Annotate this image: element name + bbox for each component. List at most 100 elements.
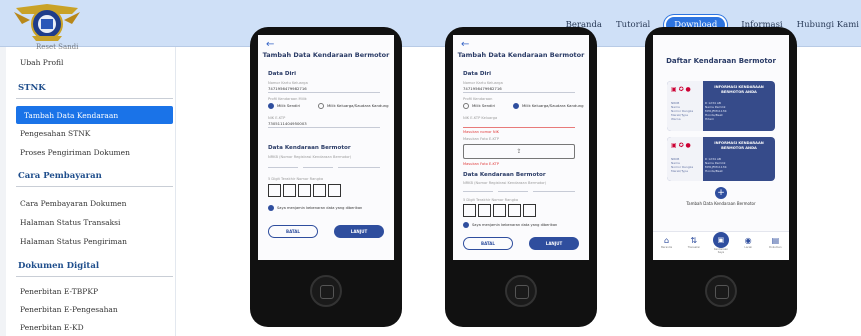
section-data-kendaraan: Data Kendaraan Bermotor [463, 172, 546, 178]
document-icon: ▤ [771, 236, 780, 245]
bottom-nav-dokumen[interactable]: ▤ Dokumen [766, 236, 784, 249]
input-kk[interactable]: 7471956479982716 [268, 86, 307, 91]
sidebar-item-status-transaksi[interactable]: Halaman Status Transaksi [20, 218, 120, 227]
add-vehicle-icon[interactable]: + [715, 187, 727, 199]
sidebar: Reset Sandi Ubah Profil STNK Tambah Data… [6, 43, 176, 336]
bottom-nav-lacak[interactable]: ◉ Lacak [739, 236, 757, 249]
home-icon: ⌂ [664, 236, 670, 245]
divider [16, 276, 173, 277]
radio-label: Milik Keluarga/Saudara Kandung [522, 103, 584, 108]
bottom-nav-label: Dokumen [769, 246, 782, 249]
nrkb-field-2[interactable] [303, 167, 333, 168]
sidebar-item-e-pengesahan[interactable]: Penerbitan E-Pengesahan [20, 305, 118, 314]
checkbox-label: Saya menjamin kebenaran data yang diberi… [277, 206, 363, 210]
home-button[interactable] [505, 275, 537, 307]
card-title: INFORMASI KENDARAAN BERMOTOR ANDA [714, 85, 764, 94]
divider [16, 186, 173, 187]
sidebar-item-e-kd[interactable]: Penerbitan E-KD [20, 323, 84, 332]
section-data-diri: Data Diri [463, 71, 492, 77]
radio-milik-sendiri[interactable]: Milik Sendiri [268, 103, 300, 109]
radio-label: Milik Sendiri [277, 103, 301, 108]
checkbox-checked-icon [463, 222, 469, 228]
radio-off-icon [463, 103, 469, 109]
nav-tutorial[interactable]: Tutorial [616, 20, 650, 30]
sidebar-item-ubah-profil[interactable]: Ubah Profil [20, 58, 63, 67]
nrkb-field-1[interactable] [268, 167, 298, 168]
card-row-label: Merek/Type [671, 169, 689, 173]
bottom-nav-beranda[interactable]: ⌂ Beranda [658, 236, 676, 249]
section-data-kendaraan: Data Kendaraan Bermotor [268, 145, 351, 151]
back-arrow-icon[interactable]: ← [461, 39, 469, 50]
phone-mockup-form: ← Tambah Data Kendaraan Bermotor Data Di… [250, 27, 402, 327]
sidebar-item-reset-sandi[interactable]: Reset Sandi [36, 43, 78, 51]
input-nik[interactable]: 7305111404950003 [268, 121, 307, 126]
screen-title: Tambah Data Kendaraan Bermotor [262, 51, 390, 59]
sidebar-heading-cara-pembayaran: Cara Pembayaran [18, 171, 102, 181]
back-arrow-icon[interactable]: ← [266, 39, 274, 50]
radio-milik-keluarga[interactable]: Milik Keluarga/Saudara Kandung [318, 103, 389, 109]
next-button[interactable]: LANJUT [334, 225, 384, 238]
nrkb-field-1[interactable] [463, 191, 493, 192]
divider [268, 92, 380, 93]
add-vehicle-label[interactable]: Tambah Data Kendaraan Bermotor [653, 201, 789, 206]
bottom-nav-label: Kendaraan Saya [714, 248, 728, 254]
card-logos-icon: ▣ ✪ ● [671, 142, 691, 149]
sidebar-item-e-tbpkp[interactable]: Penerbitan E-TBPKP [20, 287, 98, 296]
sidebar-item-cara-pembayaran-dokumen[interactable]: Cara Pembayaran Dokumen [20, 199, 126, 208]
radio-on-icon [513, 103, 519, 109]
sidebar-heading-stnk: STNK [18, 83, 46, 93]
card-row-value: Honda/Beat [705, 169, 723, 173]
rangka-digit-inputs[interactable] [463, 204, 536, 217]
card-row-label: Warna [671, 117, 681, 121]
divider [463, 92, 575, 93]
cancel-button[interactable]: BATAL [463, 237, 513, 250]
main-content: ← Tambah Data Kendaraan Bermotor Data Di… [177, 27, 861, 336]
sidebar-item-status-pengiriman[interactable]: Halaman Status Pengiriman [20, 237, 127, 246]
section-data-diri: Data Diri [268, 71, 297, 77]
label-profil: Profil Kendaraan [463, 97, 493, 101]
card-details: NRKB D 1234 AB Nama Nama Pemilik Nomor Ran… [671, 157, 771, 173]
bottom-nav-label: Transaksi [687, 246, 700, 249]
divider [16, 98, 173, 99]
bottom-nav-kendaraan[interactable]: ▣ Kendaraan Saya [712, 232, 730, 254]
nrkb-field-3[interactable] [533, 191, 575, 192]
confirm-checkbox[interactable]: Saya menjamin kebenaran data yang diberi… [268, 205, 362, 211]
card-details: NRKB D 1234 AB Nama Nama Pemilik Nomor Ran… [671, 101, 771, 121]
label-nik-keluarga: NIK E-KTP Keluarga [463, 116, 498, 120]
sidebar-item-proses-pengiriman[interactable]: Proses Pengiriman Dokumen [20, 148, 130, 157]
nav-hubungi-kami[interactable]: Hubungi Kami [797, 20, 859, 30]
upload-icon: ⇪ [516, 148, 522, 155]
label-rangka: 5 Digit Terakhir Nomor Rangka [268, 177, 324, 181]
nik-field[interactable] [463, 127, 575, 128]
agency-logo[interactable] [12, 2, 82, 42]
upload-ktp-button[interactable]: ⇪ [463, 144, 575, 159]
screen-title: Tambah Data Kendaraan Bermotor [457, 51, 585, 59]
bottom-nav-transaksi[interactable]: ⇅ Transaksi [685, 236, 703, 249]
sidebar-item-tambah-data-kendaraan[interactable]: Tambah Data Kendaraan [16, 106, 173, 124]
radio-milik-sendiri[interactable]: Milik Sendiri [463, 103, 495, 109]
sidebar-item-pengesahan-stnk[interactable]: Pengesahan STNK [20, 129, 90, 138]
input-kk[interactable]: 7471956479982716 [463, 86, 502, 91]
home-button[interactable] [310, 275, 342, 307]
vehicle-icon: ▣ [712, 232, 729, 248]
card-title: INFORMASI KENDARAAN BERMOTOR ANDA [714, 141, 764, 150]
label-foto: Masukan Foto E-KTP [463, 137, 499, 141]
confirm-checkbox[interactable]: Saya menjamin kebenaran data yang diberi… [463, 222, 557, 228]
radio-milik-keluarga[interactable]: Milik Keluarga/Saudara Kandung [513, 103, 584, 109]
label-nik: NIK E-KTP [268, 116, 286, 120]
rangka-digit-inputs[interactable] [268, 184, 341, 197]
checkbox-label: Saya menjamin kebenaran data yang diberi… [472, 223, 558, 227]
label-nrkb: NRKB (Nomor Registrasi Kendaraan Bermoto… [463, 181, 547, 185]
next-button[interactable]: LANJUT [529, 237, 579, 250]
nrkb-field-2[interactable] [498, 191, 528, 192]
vehicle-card[interactable]: ▣ ✪ ● INFORMASI KENDARAAN BERMOTOR ANDA … [667, 137, 775, 181]
radio-label: Milik Sendiri [472, 103, 496, 108]
label-rangka: 5 Digit Terakhir Nomor Rangka [463, 198, 519, 202]
bottom-nav: ⌂ Beranda ⇅ Transaksi ▣ Kendaraan Saya ◉ Lac… [653, 231, 789, 260]
vehicle-card[interactable]: ▣ ✪ ● INFORMASI KENDARAAN BERMOTOR ANDA … [667, 81, 775, 131]
cancel-button[interactable]: BATAL [268, 225, 318, 238]
nrkb-field-3[interactable] [338, 167, 380, 168]
track-icon: ◉ [744, 236, 752, 245]
home-button[interactable] [705, 275, 737, 307]
divider [268, 127, 380, 128]
